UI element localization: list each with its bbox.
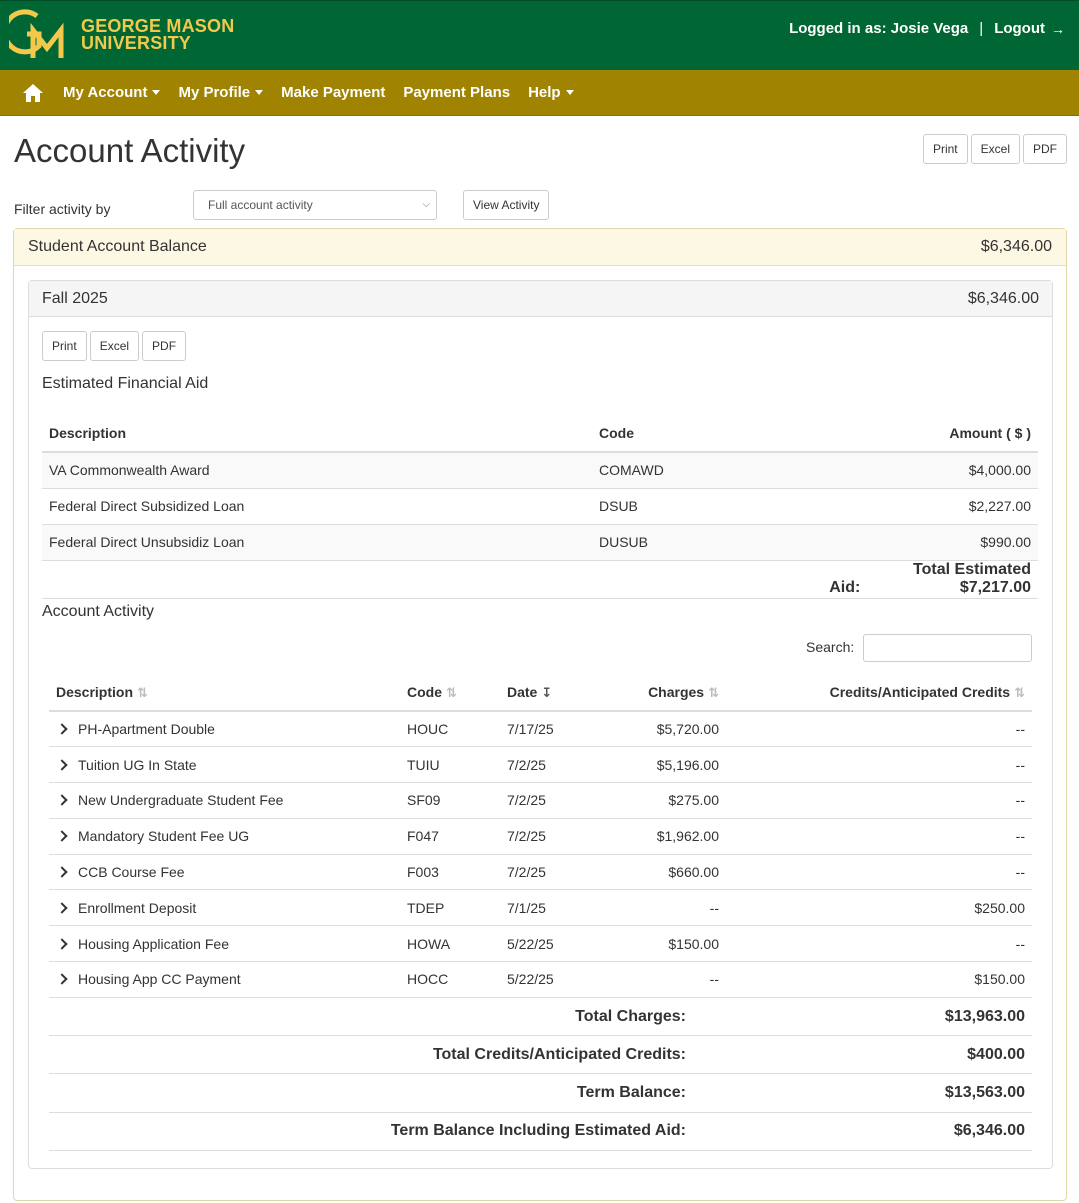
- term-pdf-button[interactable]: PDF: [142, 331, 187, 361]
- nav-my-account[interactable]: My Account: [63, 84, 161, 101]
- table-row[interactable]: CCB Course Fee F003 7/2/25 $660.00 --: [49, 853, 1032, 890]
- table-row[interactable]: Housing App CC Payment HOCC 5/22/25 -- $…: [49, 961, 1032, 998]
- col-credits[interactable]: Credits/Anticipated Credits ⇅: [726, 675, 1032, 712]
- term-balance-row: Term Balance: $13,563.00: [49, 1073, 1032, 1113]
- search-input[interactable]: [863, 634, 1032, 662]
- aid-col-description: Description: [42, 415, 592, 453]
- account-activity-table: Description ⇅ Code ⇅ Date ↧ Charges ⇅ Credit…: [49, 675, 1032, 1152]
- term-export-buttons: Print Excel PDF: [42, 331, 187, 361]
- aid-total-label: [592, 560, 792, 599]
- print-button[interactable]: Print: [922, 134, 968, 164]
- expand-chevron-icon[interactable]: [56, 973, 68, 986]
- term-balance-label: Term Balance:: [49, 1073, 726, 1113]
- aid-total-value: $7,217.00: [959, 579, 1031, 596]
- col-code[interactable]: Code ⇅: [400, 675, 500, 712]
- table-row[interactable]: Enrollment Deposit TDEP 7/1/25 -- $250.0…: [49, 889, 1032, 926]
- aid-total-row: Total Estimated Aid: $7,217.00: [42, 560, 1038, 599]
- sort-icon: ⇅: [137, 685, 148, 700]
- student-account-balance-panel: Student Account Balance $6,346.00 Fall 2…: [13, 228, 1067, 1201]
- sort-icon: ⇅: [1014, 685, 1025, 700]
- logout-link[interactable]: Logout: [994, 20, 1045, 37]
- gm-logo-icon: [9, 9, 64, 58]
- term-balance-value: $13,563.00: [726, 1073, 1032, 1113]
- main-nav: My Account My Profile Make Payment Payme…: [0, 70, 1079, 116]
- table-row[interactable]: Housing Application Fee HOWA 5/22/25 $15…: [49, 925, 1032, 962]
- logo-text: GEORGE MASON UNIVERSITY: [81, 16, 235, 53]
- university-logo[interactable]: GEORGE MASON UNIVERSITY: [9, 8, 234, 62]
- table-row: VA Commonwealth Award COMAWD $4,000.00: [42, 452, 1038, 489]
- aid-col-code: Code: [592, 415, 792, 453]
- expand-chevron-icon[interactable]: [56, 794, 68, 807]
- export-buttons: Print Excel PDF: [922, 134, 1067, 164]
- top-header: GEORGE MASON UNIVERSITY Logged in as: Jo…: [0, 0, 1079, 70]
- term-panel: Fall 2025 $6,346.00 Print Excel PDF Esti…: [28, 280, 1053, 1169]
- table-row[interactable]: Mandatory Student Fee UG F047 7/2/25 $1,…: [49, 817, 1032, 855]
- table-row[interactable]: PH-Apartment Double HOUC 7/17/25 $5,720.…: [49, 710, 1032, 747]
- term-label: Fall 2025: [42, 290, 108, 307]
- aid-col-amount: Amount ( $ ): [792, 415, 1038, 453]
- table-row[interactable]: New Undergraduate Student Fee SF09 7/2/2…: [49, 782, 1032, 819]
- expand-chevron-icon[interactable]: [56, 866, 68, 878]
- sign-out-icon[interactable]: →: [1051, 21, 1065, 37]
- col-description[interactable]: Description ⇅: [49, 675, 400, 712]
- pdf-button[interactable]: PDF: [1023, 134, 1067, 164]
- expand-chevron-icon[interactable]: [56, 723, 68, 735]
- activity-filter-select[interactable]: Full account activity ⌵: [193, 190, 437, 220]
- col-date[interactable]: Date ↧: [500, 675, 600, 712]
- total-credits-label: Total Credits/Anticipated Credits:: [49, 1035, 726, 1074]
- filter-label: Filter activity by: [14, 201, 111, 217]
- balance-amount: $6,346.00: [980, 238, 1052, 255]
- term-print-button[interactable]: Print: [42, 331, 87, 361]
- table-row: Federal Direct Subsidized Loan DSUB $2,2…: [42, 488, 1038, 525]
- excel-button[interactable]: Excel: [970, 134, 1020, 164]
- view-activity-button[interactable]: View Activity: [463, 190, 550, 220]
- user-box: Logged in as: Josie Vega | Logout →: [789, 20, 1065, 37]
- caret-down-icon: [255, 90, 264, 95]
- account-activity-title: Account Activity: [42, 603, 155, 620]
- sort-icon: ⇅: [446, 685, 457, 700]
- sort-icon: ⇅: [708, 685, 719, 700]
- nav-help[interactable]: Help: [528, 84, 574, 101]
- caret-down-icon: [565, 90, 574, 95]
- nav-make-payment[interactable]: Make Payment: [281, 84, 385, 101]
- nav-payment-plans[interactable]: Payment Plans: [403, 84, 510, 101]
- balance-header: Student Account Balance $6,346.00: [14, 229, 1066, 266]
- home-icon[interactable]: [22, 83, 44, 103]
- separator: |: [979, 20, 984, 37]
- total-credits-row: Total Credits/Anticipated Credits: $400.…: [49, 1035, 1032, 1074]
- expand-chevron-icon[interactable]: [56, 902, 68, 914]
- term-balance-aid-row: Term Balance Including Estimated Aid: $6…: [49, 1111, 1032, 1152]
- term-header: Fall 2025 $6,346.00: [29, 281, 1052, 317]
- table-row[interactable]: Tuition UG In State TUIU 7/2/25 $5,196.0…: [49, 746, 1032, 783]
- term-balance-aid-value: $6,346.00: [726, 1111, 1032, 1152]
- search-label: Search:: [806, 639, 855, 655]
- logged-in-text: Logged in as: Josie Vega: [789, 20, 969, 37]
- table-row: Federal Direct Unsubsidiz Loan DUSUB $99…: [42, 524, 1038, 561]
- financial-aid-title: Estimated Financial Aid: [42, 375, 209, 392]
- col-charges[interactable]: Charges ⇅: [600, 675, 726, 712]
- total-charges-label: Total Charges:: [49, 996, 726, 1036]
- term-excel-button[interactable]: Excel: [89, 331, 140, 361]
- expand-chevron-icon[interactable]: [56, 759, 68, 771]
- term-balance-aid-label: Term Balance Including Estimated Aid:: [49, 1111, 726, 1152]
- chevron-down-icon: ⌵: [422, 199, 430, 210]
- total-charges-row: Total Charges: $13,963.00: [49, 996, 1032, 1036]
- caret-down-icon: [152, 90, 161, 95]
- nav-my-profile[interactable]: My Profile: [178, 84, 264, 101]
- total-charges-value: $13,963.00: [726, 996, 1032, 1036]
- total-credits-value: $400.00: [726, 1035, 1032, 1074]
- financial-aid-table: Description Code Amount ( $ ) VA Commonw…: [42, 415, 1038, 599]
- term-amount: $6,346.00: [967, 290, 1039, 307]
- expand-chevron-icon[interactable]: [56, 830, 68, 842]
- expand-chevron-icon[interactable]: [56, 938, 68, 950]
- balance-label: Student Account Balance: [28, 238, 207, 255]
- page-title: Account Activity: [14, 132, 246, 169]
- sort-desc-icon: ↧: [541, 685, 553, 700]
